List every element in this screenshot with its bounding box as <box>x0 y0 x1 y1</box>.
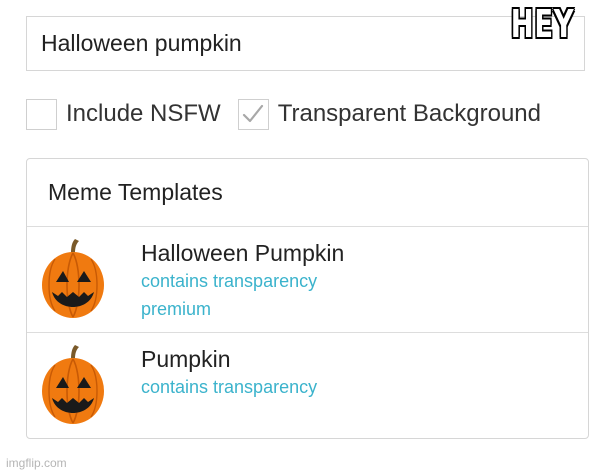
template-search-input[interactable]: Halloween pumpkin <box>26 16 585 71</box>
template-row-halloween-pumpkin[interactable]: Halloween Pumpkin contains transparency … <box>27 227 588 333</box>
template-title: Pumpkin <box>141 346 231 372</box>
template-info: Halloween Pumpkin contains transparency … <box>141 239 344 323</box>
checkmark-icon <box>243 104 264 123</box>
template-row-pumpkin[interactable]: Pumpkin contains transparency <box>27 333 588 438</box>
transparent-background-option[interactable]: Transparent Background <box>237 98 541 130</box>
include-nsfw-option[interactable]: Include NSFW <box>26 98 221 130</box>
meme-template-search-screen: Halloween pumpkin HEY Include NSFW Trans… <box>0 0 592 472</box>
include-nsfw-label: Include NSFW <box>66 100 221 127</box>
transparent-background-label: Transparent Background <box>277 100 541 127</box>
meme-templates-panel: Meme Templates Halloween Pumpkin contain… <box>26 158 589 439</box>
panel-title: Meme Templates <box>27 159 588 227</box>
imgflip-watermark: imgflip.com <box>6 456 67 470</box>
jack-o-lantern-icon <box>42 239 104 318</box>
search-options: Include NSFW Transparent Background <box>26 98 541 130</box>
transparent-background-checkbox[interactable] <box>237 98 269 130</box>
include-nsfw-checkbox[interactable] <box>26 98 57 130</box>
premium-tag: premium <box>141 299 212 319</box>
hey-overlay-caption: HEY <box>510 2 574 46</box>
transparency-tag: contains transparency <box>141 271 318 291</box>
template-title: Halloween Pumpkin <box>141 240 345 266</box>
jack-o-lantern-icon <box>42 345 104 424</box>
search-input-value: Halloween pumpkin <box>41 30 242 56</box>
template-info: Pumpkin contains transparency <box>141 345 317 401</box>
transparency-tag: contains transparency <box>141 377 318 397</box>
